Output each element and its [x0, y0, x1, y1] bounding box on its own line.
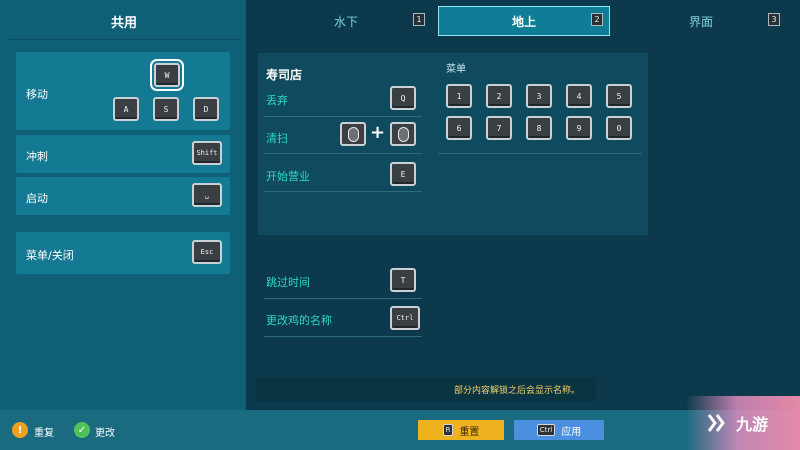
- menu-key-2[interactable]: 2: [486, 84, 512, 108]
- key-shift-label: Shift: [196, 149, 218, 157]
- key-ctrl[interactable]: Ctrl: [390, 306, 420, 330]
- key-a[interactable]: A: [113, 97, 139, 121]
- tab-underwater-label: 水下: [333, 14, 358, 29]
- key-space[interactable]: ␣: [192, 183, 222, 207]
- unlock-notice-text: 部分内容解锁之后会显示名称。: [453, 386, 580, 396]
- tab-interface[interactable]: 界面: [618, 6, 784, 36]
- key-q[interactable]: Q: [390, 86, 416, 110]
- key-esc[interactable]: Esc: [192, 240, 222, 264]
- discard-label: 丢弃: [266, 94, 288, 107]
- rename-duck-label: 更改鸡的名称: [266, 314, 332, 327]
- skip-time-label: 跳过时间: [266, 276, 310, 289]
- menu-key-7[interactable]: 7: [486, 116, 512, 140]
- key-esc-label: Esc: [200, 248, 214, 256]
- open-business-label: 开始营业: [266, 170, 310, 183]
- watermark-logo: 九游: [686, 396, 800, 450]
- watermark-text: 九游: [736, 415, 769, 434]
- menu-key-5[interactable]: 5: [606, 84, 632, 108]
- mouse-right-shape: [397, 126, 409, 142]
- menu-section-title: 菜单: [446, 64, 466, 75]
- check-icon[interactable]: ✓: [74, 422, 90, 438]
- ground-bindings-box: [258, 53, 648, 235]
- menu-key-9[interactable]: 9: [566, 116, 592, 140]
- sprint-label: 冲刺: [26, 150, 48, 163]
- mouse-right-icon[interactable]: [390, 122, 416, 146]
- menu-key-0[interactable]: 0: [606, 116, 632, 140]
- clean-label: 清扫: [266, 132, 288, 145]
- common-panel-title: 共用: [8, 4, 240, 40]
- key-e[interactable]: E: [390, 162, 416, 186]
- divider-4: [264, 298, 422, 299]
- warning-icon[interactable]: !: [12, 422, 28, 438]
- launch-label: 启动: [26, 192, 48, 205]
- tab-ground-label: 地上: [511, 14, 536, 29]
- apply-key: Ctrl: [536, 424, 556, 436]
- move-label: 移动: [26, 88, 48, 101]
- mouse-left-shape: [347, 126, 359, 142]
- change-label[interactable]: 更改: [95, 424, 115, 439]
- sushi-section-title: 寿司店: [266, 68, 303, 82]
- menu-close-row[interactable]: 菜单/关闭 Esc: [16, 232, 230, 274]
- reset-label: 重置: [459, 426, 480, 438]
- unlock-notice-bar: 部分内容解锁之后会显示名称。: [256, 377, 596, 401]
- reset-key: R: [442, 424, 454, 436]
- key-space-label: ␣: [204, 191, 210, 199]
- key-w[interactable]: W: [150, 59, 184, 91]
- sprint-row[interactable]: 冲刺 Shift: [16, 135, 230, 173]
- move-block: 移动 W A S D: [16, 52, 230, 130]
- mouse-left-icon[interactable]: [340, 122, 366, 146]
- key-s[interactable]: S: [153, 97, 179, 121]
- tab-interface-num: 3: [768, 13, 780, 26]
- tab-underwater[interactable]: 水下: [262, 6, 430, 36]
- menu-key-8[interactable]: 8: [526, 116, 552, 140]
- tab-ground[interactable]: 地上: [438, 6, 610, 36]
- key-shift[interactable]: Shift: [192, 141, 222, 165]
- tab-ground-num: 2: [591, 13, 603, 26]
- key-d[interactable]: D: [193, 97, 219, 121]
- reset-button[interactable]: R 重置: [418, 420, 504, 440]
- bottom-bar: [0, 410, 800, 450]
- tab-underwater-num: 1: [413, 13, 425, 26]
- tab-interface-label: 界面: [688, 14, 713, 29]
- common-panel: 共用 移动 W A S D 冲刺 Shift 启动 ␣ 菜单/关闭 Esc: [0, 0, 246, 410]
- undo-label[interactable]: 重复: [34, 424, 54, 439]
- menu-key-4[interactable]: 4: [566, 84, 592, 108]
- menu-key-3[interactable]: 3: [526, 84, 552, 108]
- divider-2: [264, 153, 422, 154]
- menu-key-6[interactable]: 6: [446, 116, 472, 140]
- divider-5: [264, 336, 422, 337]
- key-t[interactable]: T: [390, 268, 416, 292]
- divider-3: [264, 191, 422, 192]
- menu-close-label: 菜单/关闭: [26, 249, 74, 262]
- launch-row[interactable]: 启动 ␣: [16, 177, 230, 215]
- divider-1: [264, 116, 422, 117]
- menu-key-1[interactable]: 1: [446, 84, 472, 108]
- apply-label: 应用: [561, 426, 582, 438]
- divider-menu: [438, 153, 642, 154]
- apply-button[interactable]: Ctrl 应用: [514, 420, 604, 440]
- key-ctrl-label: Ctrl: [396, 314, 414, 322]
- watermark-logo-icon: [707, 414, 725, 432]
- plus-sign: +: [370, 122, 386, 143]
